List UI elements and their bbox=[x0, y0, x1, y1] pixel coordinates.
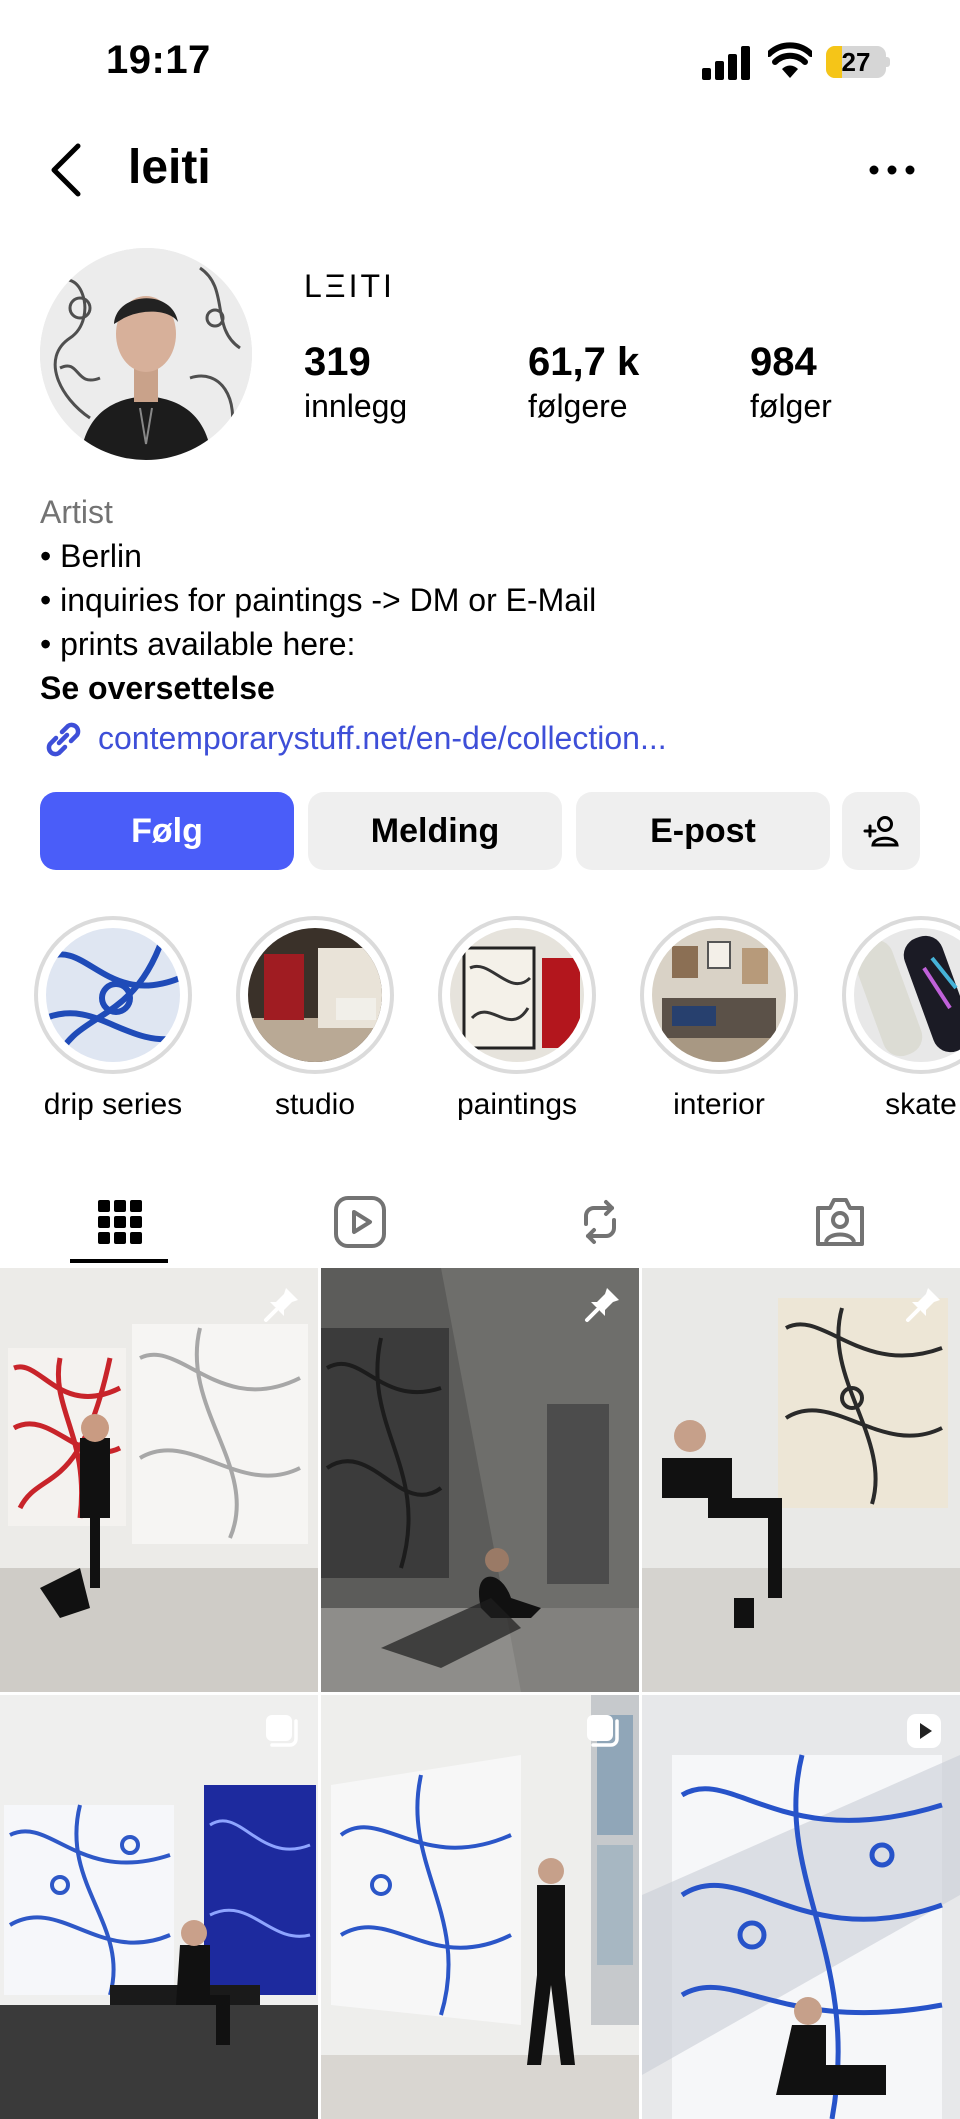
highlight-skate[interactable]: skate bbox=[842, 916, 960, 1122]
pin-icon bbox=[585, 1288, 619, 1322]
active-tab-indicator bbox=[70, 1259, 168, 1263]
post-tile[interactable] bbox=[0, 1695, 318, 2119]
post-tile[interactable] bbox=[321, 1695, 639, 2119]
highlight-interior[interactable]: interior bbox=[640, 916, 798, 1122]
stat-posts[interactable]: 319 innlegg bbox=[304, 338, 407, 426]
reel-icon bbox=[907, 1714, 941, 1748]
tab-tagged[interactable] bbox=[720, 1180, 960, 1264]
email-button[interactable]: E-post bbox=[576, 792, 830, 870]
stat-label: innlegg bbox=[304, 388, 408, 424]
battery-level: 27 bbox=[841, 47, 871, 77]
bio-line: • inquiries for paintings -> DM or E-Mai… bbox=[40, 582, 597, 618]
post-tile[interactable] bbox=[642, 1268, 960, 1692]
highlight-label: interior bbox=[673, 1088, 765, 1121]
stat-value: 319 bbox=[304, 340, 371, 384]
profile-category: Artist bbox=[40, 494, 113, 530]
highlight-label: skate bbox=[885, 1088, 957, 1121]
link-icon bbox=[46, 722, 81, 757]
message-button[interactable]: Melding bbox=[308, 792, 562, 870]
carousel-icon bbox=[266, 1715, 298, 1747]
status-time: 19:17 bbox=[106, 38, 211, 82]
pin-icon bbox=[264, 1288, 298, 1322]
stat-label: følger bbox=[750, 388, 832, 424]
highlight-label: drip series bbox=[43, 1088, 183, 1121]
highlight-label: paintings bbox=[456, 1088, 578, 1121]
reels-icon bbox=[334, 1196, 386, 1248]
tab-reels[interactable] bbox=[240, 1180, 480, 1264]
bio-website-link[interactable]: contemporarystuff.net/en-de/collection..… bbox=[40, 716, 667, 760]
reposts-icon bbox=[584, 1200, 616, 1244]
tab-reposts[interactable] bbox=[480, 1180, 720, 1264]
grid-icon bbox=[98, 1200, 142, 1244]
bio-line: • Berlin bbox=[40, 538, 142, 574]
stat-label: følgere bbox=[528, 388, 628, 424]
battery-icon: 27 bbox=[826, 46, 890, 78]
highlight-studio[interactable]: studio bbox=[236, 916, 394, 1122]
follow-button[interactable]: Følg bbox=[40, 792, 294, 870]
highlight-paintings[interactable]: paintings bbox=[438, 916, 596, 1122]
profile-display-name: LΞITI bbox=[304, 268, 395, 304]
carousel-icon bbox=[587, 1715, 619, 1747]
profile-bio: Artist • Berlin • inquiries for painting… bbox=[40, 490, 920, 710]
tagged-icon bbox=[816, 1198, 864, 1246]
profile-handle: leiti bbox=[128, 141, 211, 194]
see-translation-link[interactable]: Se oversettelse bbox=[40, 666, 920, 710]
pin-icon bbox=[906, 1288, 940, 1322]
bio-line: • prints available here: bbox=[40, 626, 356, 662]
stat-value: 984 bbox=[750, 340, 817, 384]
post-tile[interactable] bbox=[321, 1268, 639, 1692]
back-chevron-icon[interactable] bbox=[46, 142, 86, 198]
add-person-icon bbox=[863, 816, 899, 847]
profile-avatar[interactable] bbox=[40, 248, 252, 460]
tab-posts-grid[interactable] bbox=[0, 1180, 240, 1264]
bio-link-text: contemporarystuff.net/en-de/collection..… bbox=[98, 719, 667, 756]
stat-following[interactable]: 984 følger bbox=[750, 338, 832, 426]
post-tile[interactable] bbox=[642, 1695, 960, 2119]
highlight-label: studio bbox=[274, 1088, 356, 1121]
more-options-icon[interactable] bbox=[866, 150, 918, 190]
highlight-drip-series[interactable]: drip series bbox=[34, 916, 192, 1122]
status-bar: 19:17 27 bbox=[0, 0, 960, 120]
stat-value: 61,7 k bbox=[528, 340, 640, 384]
post-tile[interactable] bbox=[0, 1268, 318, 1692]
cellular-signal-icon bbox=[702, 46, 752, 80]
wifi-icon bbox=[768, 42, 812, 78]
suggested-people-button[interactable] bbox=[842, 792, 920, 870]
stat-followers[interactable]: 61,7 k følgere bbox=[528, 338, 639, 426]
